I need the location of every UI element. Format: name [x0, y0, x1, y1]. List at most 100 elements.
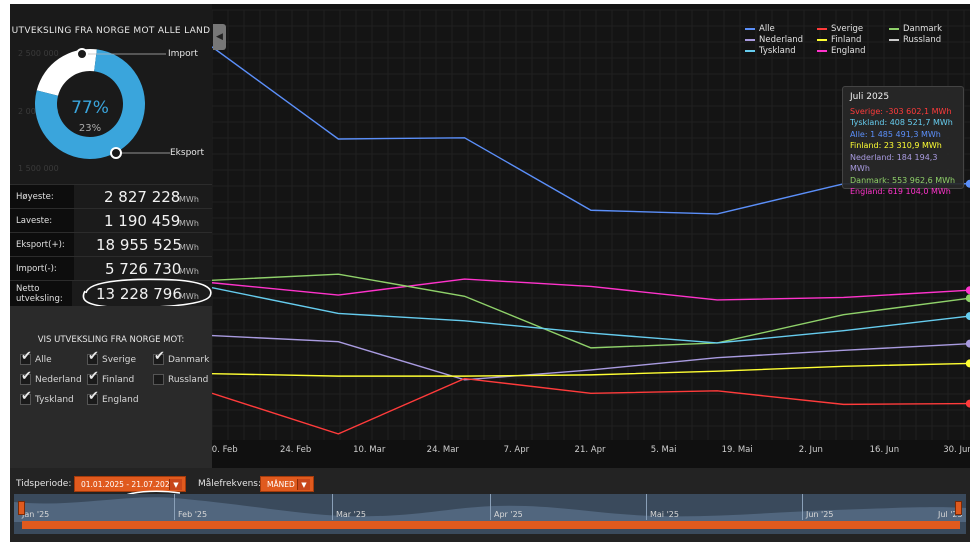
donut-pct-sub: 23% [79, 123, 101, 134]
legend-swatch [745, 50, 755, 52]
legend-swatch [889, 39, 899, 41]
ghost-label-1: 2 500 000 [18, 49, 59, 58]
tooltip-title: Juli 2025 [850, 92, 890, 102]
timeline-scrollbar[interactable] [22, 521, 960, 529]
x-tick-label: 24. Mar [427, 445, 460, 455]
legend-swatch [745, 28, 755, 30]
freq-label: Målefrekvens: [198, 479, 262, 489]
timeline-label: Apr '25 [494, 510, 523, 519]
stat-value: 1 190 459 [104, 212, 181, 230]
checkbox-label: Alle [35, 354, 52, 365]
checkbox-label: Russland [168, 374, 209, 385]
timeline-tick [802, 494, 803, 520]
checkbox-box[interactable]: ✔ [87, 369, 99, 385]
timeline-handle-right[interactable] [955, 501, 962, 515]
country-filter-panel: VIS UTVEKSLING FRA NORGE MOT: ✔ Alle ✔ Sve… [10, 306, 212, 468]
legend-label: Finland [831, 35, 862, 45]
timeline-handle-left[interactable] [18, 501, 25, 515]
legend-item-sverige[interactable]: Sverige [817, 24, 863, 34]
checkbox-box[interactable]: ✔ [153, 349, 165, 365]
legend-item-alle[interactable]: Alle [745, 24, 775, 34]
checkbox-england[interactable]: ✔ England [87, 389, 139, 405]
stat-unit: MWh [179, 219, 199, 228]
checkbox-box[interactable]: ✔ [20, 369, 32, 385]
checkbox-danmark[interactable]: ✔ Danmark [153, 349, 210, 365]
x-tick-label: 21. Apr [575, 445, 606, 455]
checkbox-nederland[interactable]: ✔ Nederland [20, 369, 82, 385]
check-icon: ✔ [21, 369, 32, 384]
legend-label: Nederland [759, 35, 804, 45]
legend-swatch [817, 39, 827, 41]
timeline-label: Jun '25 [806, 510, 834, 519]
checkbox-label: Sverige [102, 354, 137, 365]
stat-unit: MWh [179, 195, 199, 204]
checkbox-box[interactable]: ✔ [20, 389, 32, 405]
checkbox-box[interactable] [153, 374, 164, 385]
checkbox-box[interactable]: ✔ [20, 349, 32, 365]
checkbox-box[interactable]: ✔ [87, 349, 99, 365]
x-tick-label: 16. Jun [870, 445, 900, 455]
stat-label: Netto utveksling: [10, 281, 72, 307]
hand-drawn-circle [82, 278, 212, 309]
stat-row-laveste: Laveste: 1 190 459 MWh [10, 208, 212, 233]
timeline-tick [332, 494, 333, 520]
collapse-sidebar-button[interactable]: ◀ [213, 24, 226, 50]
ghost-label-3: 1 500 000 [18, 164, 59, 173]
legend-item-england[interactable]: England [817, 46, 866, 56]
x-tick-label: 10. Feb [212, 445, 238, 455]
legend-item-finland[interactable]: Finland [817, 35, 861, 45]
frequency-dropdown[interactable]: MÅNED ▼ [260, 476, 314, 492]
legend-item-russland[interactable]: Russland [889, 35, 941, 45]
x-tick-label: 30. Jun [943, 445, 970, 455]
legend-item-tyskland[interactable]: Tyskland [745, 46, 796, 56]
check-icon: ✔ [154, 349, 165, 364]
filter-title: VIS UTVEKSLING FRA NORGE MOT: [37, 335, 185, 345]
period-value: 01.01.2025 - 21.07.2025 [81, 479, 175, 489]
checkbox-sverige[interactable]: ✔ Sverige [87, 349, 137, 365]
stat-label: Laveste: [10, 209, 74, 233]
stat-value: 18 955 525 [96, 236, 182, 254]
stat-row-hoyeste: Høyeste: 2 827 228 MWh [10, 184, 212, 209]
stat-value: 2 827 228 [104, 188, 181, 206]
tooltip-row: Nederland: 184 194,3 MWh [850, 152, 938, 174]
checkbox-label: Finland [102, 374, 135, 385]
legend-swatch [745, 39, 755, 41]
timeline-label: Jan '25 [22, 510, 50, 519]
stat-unit: MWh [179, 243, 199, 252]
tooltip-row: Danmark: 553 962,6 MWh [850, 175, 956, 185]
import-label: Import [168, 49, 198, 59]
app-window: 2 500 000 2 000 000 1 500 000 77% 23% UT… [10, 4, 970, 542]
checkbox-russland[interactable]: Russland [153, 374, 208, 385]
chart-tooltip: Juli 2025 Sverige: -303 602,1 MWh Tyskla… [842, 86, 964, 196]
footer-controls: Tidsperiode: 01.01.2025 - 21.07.2025 ▼ M… [10, 468, 970, 542]
legend-label: Danmark [903, 24, 943, 34]
timeline-label: Mai '25 [650, 510, 679, 519]
export-label: Eksport [170, 148, 205, 158]
chevron-down-icon: ▼ [297, 479, 310, 490]
tooltip-row: Alle: 1 485 491,3 MWh [850, 129, 941, 139]
line-chart-svg: 10. Feb 24. Feb 10. Mar 24. Mar 7. Apr 21. Ap… [206, 4, 970, 468]
x-tick-label: 10. Mar [353, 445, 386, 455]
checkbox-alle[interactable]: ✔ Alle [20, 349, 52, 365]
checkbox-box[interactable]: ✔ [87, 389, 99, 405]
checkbox-finland[interactable]: ✔ Finland [87, 369, 135, 385]
timeline-tick [490, 494, 491, 520]
timeline-tick [646, 494, 647, 520]
chevron-left-icon: ◀ [216, 32, 223, 42]
legend-item-danmark[interactable]: Danmark [889, 24, 942, 34]
checkbox-label: Danmark [168, 354, 210, 365]
x-tick-label: 7. Apr [504, 445, 530, 455]
import-marker [76, 48, 88, 60]
x-tick-label: 24. Feb [280, 445, 311, 455]
legend-swatch [817, 28, 827, 30]
checkbox-tyskland[interactable]: ✔ Tyskland [20, 389, 74, 405]
timeline-navigator[interactable]: Jan '25 Feb '25 Mar '25 Apr '25 Mai '25 … [14, 494, 966, 534]
stat-row-netto: Netto utveksling: 13 228 796 MWh [10, 278, 212, 309]
timeline-tick [174, 494, 175, 520]
check-icon: ✔ [88, 369, 99, 384]
check-icon: ✔ [88, 389, 99, 404]
tooltip-row: England: 619 104,0 MWh [850, 187, 951, 196]
checkbox-label: Nederland [35, 374, 82, 385]
legend-item-nederland[interactable]: Nederland [745, 35, 803, 45]
legend-label: Tyskland [759, 46, 796, 56]
